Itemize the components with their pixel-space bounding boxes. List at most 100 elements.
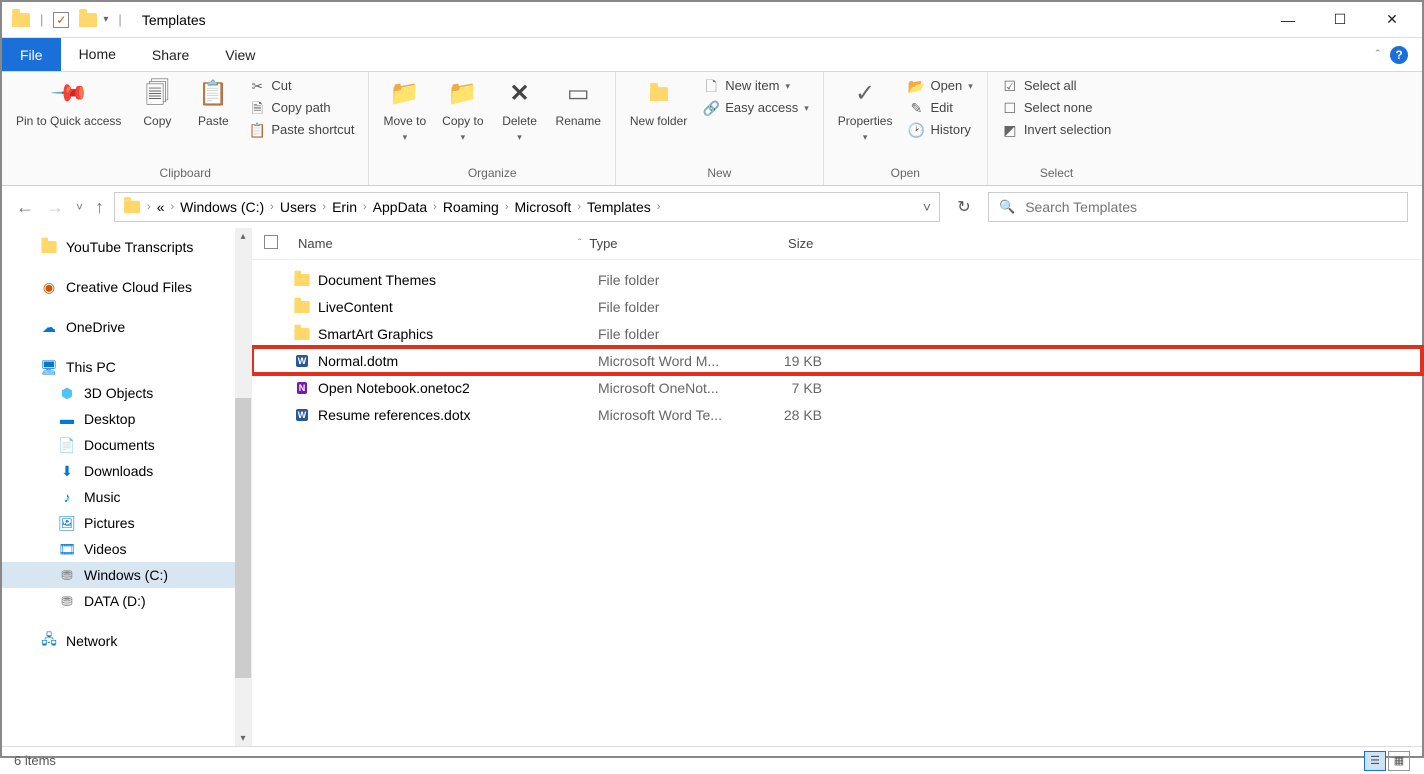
thumbnails-view-button[interactable]: ▦	[1388, 751, 1410, 771]
invert-selection-button[interactable]: ◩Invert selection	[998, 120, 1115, 140]
crumb-item[interactable]: Roaming	[443, 199, 499, 215]
close-button[interactable]: ✕	[1366, 4, 1418, 36]
tab-file[interactable]: File	[2, 38, 61, 71]
crumb-item[interactable]: AppData	[373, 199, 427, 215]
tree-item[interactable]: ◉Creative Cloud Files	[2, 274, 251, 300]
copy-path-button[interactable]: 🗎Copy path	[245, 98, 358, 118]
copy-path-icon: 🗎	[249, 100, 265, 116]
crumb-item[interactable]: Erin	[332, 199, 357, 215]
forward-button[interactable]: →	[46, 197, 64, 218]
crumb-item[interactable]: Templates	[587, 199, 651, 215]
tree-item[interactable]: ▬Desktop	[2, 406, 251, 432]
tree-item[interactable]: ⬢3D Objects	[2, 380, 251, 406]
select-all-button[interactable]: ☑Select all	[998, 76, 1115, 96]
search-input[interactable]	[1025, 199, 1397, 215]
copy-button[interactable]: 🗐Copy	[133, 76, 181, 130]
tree-item[interactable]: ⬇Downloads	[2, 458, 251, 484]
search-box[interactable]: 🔍	[988, 192, 1408, 222]
tree-item[interactable]: ⛃Windows (C:)	[2, 562, 251, 588]
tree-item[interactable]: 🖼Pictures	[2, 510, 251, 536]
main-body: YouTube Transcripts ◉Creative Cloud Files…	[2, 228, 1422, 746]
file-row[interactable]: SmartArt GraphicsFile folder	[252, 320, 1422, 347]
tree-item[interactable]: ♪Music	[2, 484, 251, 510]
paste-shortcut-button[interactable]: 📋Paste shortcut	[245, 120, 358, 140]
details-view-button[interactable]: ☰	[1364, 751, 1386, 771]
new-item-button[interactable]: 🗋New item▾	[699, 76, 813, 96]
delete-button[interactable]: ✕Delete▾	[496, 76, 544, 145]
copy-to-button[interactable]: 📁Copy to▾	[438, 76, 487, 145]
crumb-item[interactable]: Microsoft	[515, 199, 572, 215]
dropdown-icon[interactable]: ▾	[103, 14, 108, 25]
file-row[interactable]: WNormal.dotmMicrosoft Word M...19 KB	[252, 347, 1422, 374]
tab-share[interactable]: Share	[134, 38, 207, 71]
collapse-ribbon-icon[interactable]: ˆ	[1376, 47, 1380, 62]
cut-button[interactable]: ✂Cut	[245, 76, 358, 96]
new-item-icon: 🗋	[703, 78, 719, 94]
tree-item-icon: ⬢	[58, 385, 76, 401]
tree-item[interactable]: 📄Documents	[2, 432, 251, 458]
ribbon-group-new: New folder 🗋New item▾ 🔗Easy access▾ New	[616, 72, 824, 185]
file-row[interactable]: LiveContentFile folder	[252, 293, 1422, 320]
ribbon-group-clipboard: 📌Pin to Quick access 🗐Copy 📋Paste ✂Cut 🗎…	[2, 72, 369, 185]
edit-button[interactable]: ✎Edit	[904, 98, 976, 118]
file-name: Open Notebook.onetoc2	[314, 380, 590, 396]
tab-home[interactable]: Home	[61, 38, 134, 71]
tree-item[interactable]: ☁OneDrive	[2, 314, 251, 340]
column-name[interactable]: Name	[290, 236, 590, 251]
history-icon: 🕑	[908, 122, 924, 138]
tree-item[interactable]: ⛃DATA (D:)	[2, 588, 251, 614]
tree-item[interactable]: 🖧Network	[2, 628, 251, 654]
status-bar: 6 items ☰ ▦	[2, 746, 1422, 774]
tree-item-label: Windows (C:)	[84, 567, 168, 583]
tree-item-label: YouTube Transcripts	[66, 239, 193, 255]
select-all-checkbox[interactable]	[264, 235, 278, 249]
scroll-down-icon[interactable]: ▾	[235, 730, 251, 746]
column-type[interactable]: Type	[581, 236, 741, 251]
help-icon[interactable]: ?	[1390, 46, 1408, 64]
checkbox-icon[interactable]: ✓	[53, 12, 69, 28]
file-icon: N	[290, 382, 314, 394]
breadcrumb[interactable]: › « › Windows (C:)› Users› Erin› AppData…	[114, 192, 940, 222]
tree-item[interactable]: YouTube Transcripts	[2, 234, 251, 260]
properties-button[interactable]: ✓Properties▾	[834, 76, 897, 145]
tree-item[interactable]: 🖥This PC	[2, 354, 251, 380]
crumb-item[interactable]: Users	[280, 199, 317, 215]
pin-to-quick-access-button[interactable]: 📌Pin to Quick access	[12, 76, 125, 130]
tree-item[interactable]: 🎞Videos	[2, 536, 251, 562]
window-controls: — ☐ ✕	[1262, 4, 1418, 36]
crumb-ellipsis[interactable]: «	[157, 199, 165, 215]
refresh-button[interactable]: ↻	[950, 192, 978, 222]
crumb-item[interactable]: Windows (C:)	[180, 199, 264, 215]
ribbon: 📌Pin to Quick access 🗐Copy 📋Paste ✂Cut 🗎…	[2, 72, 1422, 186]
group-label: Clipboard	[12, 163, 358, 183]
back-button[interactable]: ←	[16, 197, 34, 218]
minimize-button[interactable]: —	[1262, 4, 1314, 36]
properties-icon: ✓	[849, 78, 881, 110]
file-row[interactable]: WResume references.dotxMicrosoft Word Te…	[252, 401, 1422, 428]
maximize-button[interactable]: ☐	[1314, 4, 1366, 36]
file-icon: W	[290, 355, 314, 367]
up-button[interactable]: ↑	[95, 197, 104, 218]
scroll-up-icon[interactable]: ▴	[235, 228, 251, 244]
open-button[interactable]: 📂Open▾	[904, 76, 976, 96]
select-none-button[interactable]: ☐Select none	[998, 98, 1115, 118]
column-size[interactable]: Size	[741, 236, 821, 251]
navigation-tree[interactable]: YouTube Transcripts ◉Creative Cloud Files…	[2, 228, 252, 746]
scrollbar-thumb[interactable]	[235, 398, 251, 678]
chevron-icon: ›	[147, 201, 151, 213]
recent-dropdown[interactable]: ˅	[76, 200, 83, 214]
open-icon: 📂	[908, 78, 924, 94]
tab-view[interactable]: View	[207, 38, 273, 71]
move-to-button[interactable]: 📁Move to▾	[379, 76, 430, 145]
file-name: Document Themes	[314, 272, 590, 288]
file-row[interactable]: NOpen Notebook.onetoc2Microsoft OneNot..…	[252, 374, 1422, 401]
paste-button[interactable]: 📋Paste	[189, 76, 237, 130]
history-button[interactable]: 🕑History	[904, 120, 976, 140]
new-folder-button[interactable]: New folder	[626, 76, 691, 130]
address-dropdown[interactable]: ˅	[923, 199, 931, 215]
rename-button[interactable]: ▭Rename	[552, 76, 605, 130]
cut-icon: ✂	[249, 78, 265, 94]
view-mode-buttons: ☰ ▦	[1364, 751, 1410, 771]
easy-access-button[interactable]: 🔗Easy access▾	[699, 98, 813, 118]
file-row[interactable]: Document ThemesFile folder	[252, 266, 1422, 293]
